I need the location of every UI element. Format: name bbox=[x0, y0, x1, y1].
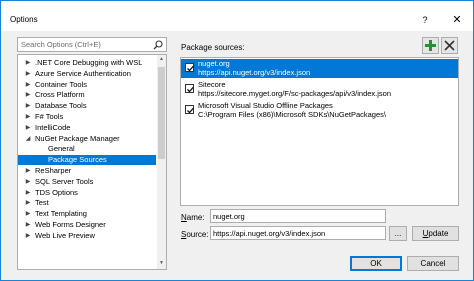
package-sources-list: nuget.org https://api.nuget.org/v3/index.… bbox=[180, 57, 459, 206]
package-sources-label: Package sources: bbox=[181, 43, 245, 52]
tree-item[interactable]: ▶ Cross Platform bbox=[18, 90, 156, 100]
name-input[interactable] bbox=[211, 210, 385, 222]
search-box[interactable] bbox=[17, 37, 167, 52]
tree-item[interactable]: ▶ .NET Core Debugging with WSL bbox=[18, 58, 156, 68]
expand-arrow-icon[interactable]: ▶ bbox=[24, 209, 32, 219]
package-source-item[interactable]: Sitecore https://sitecore.myget.org/F/sc-… bbox=[181, 80, 458, 99]
tree-item-label: General bbox=[48, 144, 75, 154]
source-url: C:\Program Files (x86)\Microsoft SDKs\Nu… bbox=[198, 110, 386, 119]
tree-item-label: Azure Service Authentication bbox=[35, 68, 131, 78]
tree-item-label: .NET Core Debugging with WSL bbox=[35, 58, 143, 67]
source-url: https://sitecore.myget.org/F/sc-packages… bbox=[198, 89, 392, 98]
remove-source-button[interactable] bbox=[441, 37, 458, 54]
tree-scrollbar[interactable]: ▲ ▼ bbox=[157, 55, 166, 269]
checkmark-icon bbox=[187, 65, 194, 72]
tree-item[interactable]: ▶ IntelliCode bbox=[18, 123, 156, 133]
tree-item[interactable]: ▶ ReSharper bbox=[18, 166, 156, 176]
source-label: Source: bbox=[181, 230, 209, 239]
tree-item[interactable]: ▶ Container Tools bbox=[18, 80, 156, 90]
name-label: Name: bbox=[181, 213, 205, 222]
tree-item[interactable]: General bbox=[18, 144, 156, 154]
search-icon[interactable] bbox=[153, 40, 163, 50]
x-icon bbox=[444, 40, 455, 51]
tree-item-label: NuGet Package Manager bbox=[35, 133, 120, 143]
tree-item[interactable]: Package Sources bbox=[18, 155, 156, 166]
title-bar: Options ? ✕ bbox=[1, 1, 473, 31]
tree-item-label: Text Templating bbox=[35, 209, 87, 219]
scrollbar-thumb[interactable] bbox=[158, 67, 165, 159]
update-button[interactable]: Update bbox=[412, 226, 459, 241]
expand-arrow-icon[interactable]: ▶ bbox=[24, 80, 32, 90]
tree-item-label: ReSharper bbox=[35, 166, 72, 175]
expand-arrow-icon[interactable]: ▶ bbox=[24, 90, 32, 100]
package-source-item[interactable]: Microsoft Visual Studio Offline Packages… bbox=[181, 101, 458, 120]
collapse-arrow-icon[interactable]: ◢ bbox=[24, 134, 32, 144]
tree-item[interactable]: ▶ Web Forms Designer bbox=[18, 220, 156, 230]
checkmark-icon bbox=[187, 107, 194, 114]
close-button[interactable]: ✕ bbox=[448, 12, 466, 28]
tree-item[interactable]: ▶ Web Live Preview bbox=[18, 231, 156, 241]
tree-item-label: Database Tools bbox=[35, 101, 87, 111]
tree-item-label: Test bbox=[35, 198, 49, 208]
source-input[interactable] bbox=[211, 227, 385, 239]
checkmark-icon bbox=[187, 86, 194, 93]
source-enabled-checkbox[interactable] bbox=[185, 63, 194, 72]
tree-item-label: TDS Options bbox=[35, 187, 78, 197]
tree-item[interactable]: ▶ F# Tools bbox=[18, 112, 156, 122]
expand-arrow-icon[interactable]: ▶ bbox=[24, 220, 32, 230]
source-enabled-checkbox[interactable] bbox=[185, 84, 194, 93]
tree-item[interactable]: ▶ Azure Service Authentication bbox=[18, 69, 156, 79]
tree-item-label: Package Sources bbox=[48, 155, 107, 165]
expand-arrow-icon[interactable]: ▶ bbox=[24, 69, 32, 79]
tree-item[interactable]: ▶ TDS Options bbox=[18, 188, 156, 198]
expand-arrow-icon[interactable]: ▶ bbox=[24, 101, 32, 111]
expand-arrow-icon[interactable]: ▶ bbox=[24, 166, 32, 176]
tree-item[interactable]: ▶ Text Templating bbox=[18, 209, 156, 219]
package-source-item[interactable]: nuget.org https://api.nuget.org/v3/index.… bbox=[181, 59, 458, 78]
tree-item-label: Container Tools bbox=[35, 79, 87, 89]
source-enabled-checkbox[interactable] bbox=[185, 105, 194, 114]
expand-arrow-icon[interactable]: ▶ bbox=[24, 188, 32, 198]
help-button[interactable]: ? bbox=[416, 12, 434, 28]
search-input[interactable] bbox=[21, 39, 149, 50]
expand-arrow-icon[interactable]: ▶ bbox=[24, 177, 32, 187]
tree-item-label: Cross Platform bbox=[35, 90, 85, 100]
window-title: Options bbox=[10, 15, 38, 24]
tree-item-label: Web Live Preview bbox=[35, 230, 95, 240]
expand-arrow-icon[interactable]: ▶ bbox=[24, 112, 32, 122]
scroll-up-icon[interactable]: ▲ bbox=[157, 56, 166, 64]
tree-item[interactable]: ▶ Test bbox=[18, 198, 156, 208]
tree-item-label: SQL Server Tools bbox=[35, 176, 94, 186]
plus-icon bbox=[425, 40, 436, 51]
expand-arrow-icon[interactable]: ▶ bbox=[24, 198, 32, 208]
name-field[interactable] bbox=[210, 209, 386, 223]
ok-button[interactable]: OK bbox=[350, 256, 402, 271]
browse-button[interactable]: ... bbox=[389, 226, 407, 241]
tree-item-label: F# Tools bbox=[35, 112, 64, 121]
cancel-button[interactable]: Cancel bbox=[407, 256, 459, 271]
scroll-down-icon[interactable]: ▼ bbox=[157, 260, 166, 268]
options-tree: ▶ .NET Core Debugging with WSL ▶ Azure Serv… bbox=[17, 54, 167, 270]
tree-item[interactable]: ▶ SQL Server Tools bbox=[18, 177, 156, 187]
expand-arrow-icon[interactable]: ▶ bbox=[24, 123, 32, 133]
tree-item[interactable]: ▶ Database Tools bbox=[18, 101, 156, 111]
expand-arrow-icon[interactable]: ▶ bbox=[24, 58, 32, 68]
add-source-button[interactable] bbox=[422, 37, 439, 54]
source-url: https://api.nuget.org/v3/index.json bbox=[198, 68, 311, 77]
source-field[interactable] bbox=[210, 226, 386, 240]
tree-item-label: Web Forms Designer bbox=[35, 220, 106, 229]
expand-arrow-icon[interactable]: ▶ bbox=[24, 231, 32, 241]
tree-item[interactable]: ◢ NuGet Package Manager bbox=[18, 134, 156, 144]
tree-item-label: IntelliCode bbox=[35, 122, 71, 132]
options-dialog: Options ? ✕ ▶.NET Core Debugging with WS… bbox=[0, 0, 474, 281]
